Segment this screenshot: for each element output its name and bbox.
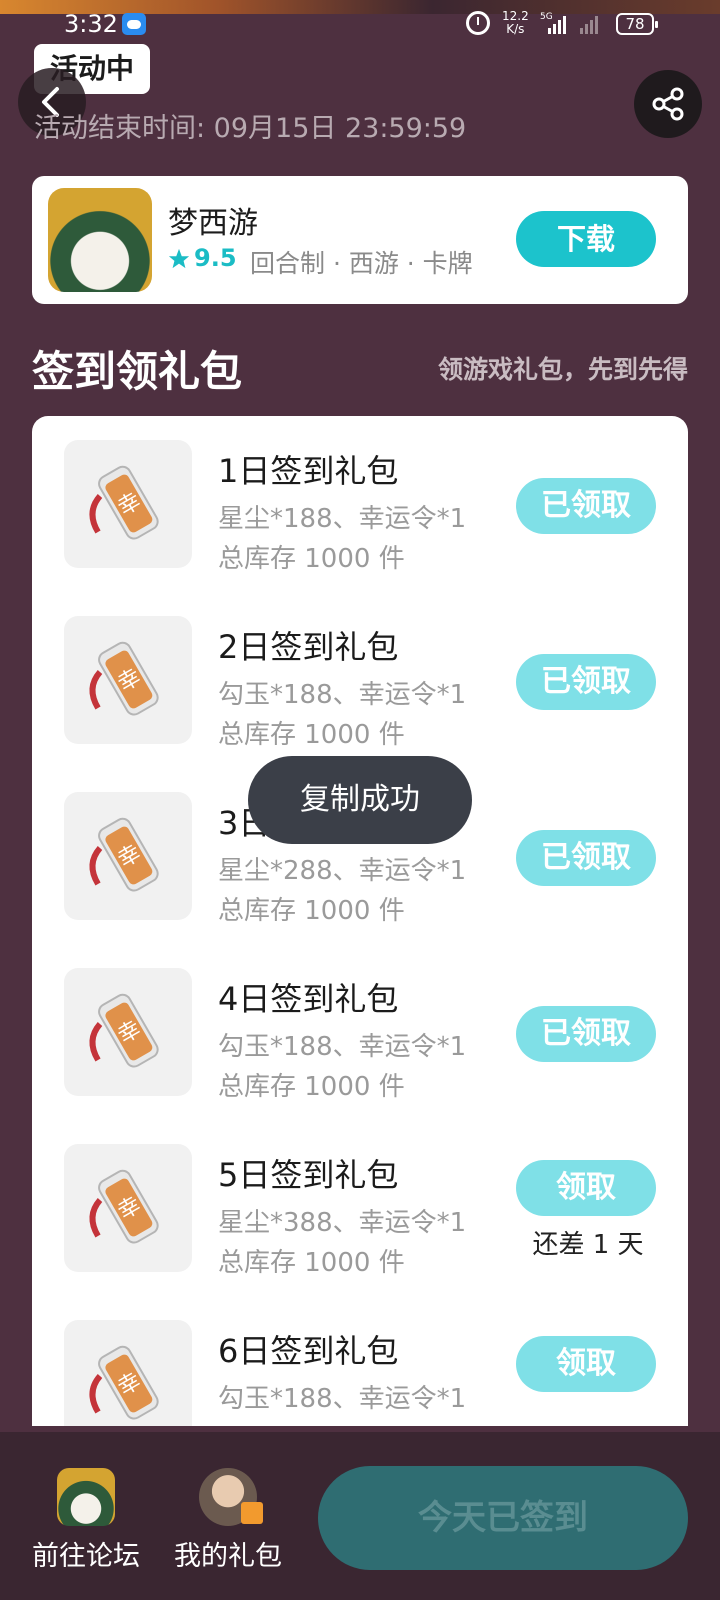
claim-button[interactable]: 领取 xyxy=(516,1160,656,1216)
gift-name: 2日签到礼包 xyxy=(218,628,399,666)
gift-content: 勾玉*188、幸运令*1 xyxy=(218,1032,467,1062)
section-subtitle: 领游戏礼包，先到先得 xyxy=(437,355,688,384)
share-button[interactable] xyxy=(634,70,702,138)
gift-box-icon xyxy=(241,1502,263,1524)
gift-tag-icon: 幸 xyxy=(89,465,159,540)
activity-end-time: 活动结束时间: 09月15日 23:59:59 xyxy=(34,113,467,144)
gift-name: 5日签到礼包 xyxy=(218,1156,399,1194)
gift-item: 幸 2日签到礼包 勾玉*188、幸运令*1 总库存 1000 件 已领取 xyxy=(32,592,688,772)
star-icon xyxy=(168,248,190,269)
gift-item: 幸 5日签到礼包 星尘*388、幸运令*1 总库存 1000 件 领取 还差 1… xyxy=(32,1120,688,1300)
gift-tag-icon: 幸 xyxy=(89,1169,159,1244)
gift-content: 勾玉*188、幸运令*1 xyxy=(218,1384,467,1414)
gift-content: 星尘*188、幸运令*1 xyxy=(218,504,467,534)
forum-label: 前往论坛 xyxy=(32,1541,140,1572)
gift-content: 勾玉*188、幸运令*1 xyxy=(218,680,467,710)
gift-thumbnail: 幸 xyxy=(64,1320,192,1426)
gift-stock: 总库存 1000 件 xyxy=(218,544,405,574)
gift-tag-icon: 幸 xyxy=(89,993,159,1068)
claimed-button[interactable]: 已领取 xyxy=(516,478,656,534)
gift-tag-icon: 幸 xyxy=(89,1345,159,1420)
gift-thumbnail: 幸 xyxy=(64,968,192,1096)
gift-stock: 总库存 1000 件 xyxy=(218,1072,405,1102)
gift-stock: 总库存 1000 件 xyxy=(218,1248,405,1278)
gift-content: 星尘*388、幸运令*1 xyxy=(218,1208,467,1238)
network-type: 5G xyxy=(540,12,553,22)
gift-item: 幸 4日签到礼包 勾玉*188、幸运令*1 总库存 1000 件 已领取 xyxy=(32,944,688,1124)
claimed-button[interactable]: 已领取 xyxy=(516,830,656,886)
gift-thumbnail: 幸 xyxy=(64,792,192,920)
claim-button[interactable]: 领取 xyxy=(516,1336,656,1392)
status-time: 3:32 xyxy=(64,10,118,38)
status-bar: 3:32 12.2 K/s 5G 78 xyxy=(0,10,720,38)
signed-in-today-button[interactable]: 今天已签到 xyxy=(318,1466,688,1570)
gift-tag-icon: 幸 xyxy=(89,817,159,892)
speed-unit: K/s xyxy=(506,22,525,36)
my-gifts-label: 我的礼包 xyxy=(174,1541,282,1572)
gift-name: 1日签到礼包 xyxy=(218,452,399,490)
gift-thumbnail: 幸 xyxy=(64,616,192,744)
bottom-action-bar: 前往论坛 我的礼包 今天已签到 xyxy=(0,1432,720,1600)
game-rating: 9.5 xyxy=(194,244,237,272)
share-icon xyxy=(652,87,684,121)
gift-name: 4日签到礼包 xyxy=(218,980,399,1018)
game-card[interactable]: 梦西游 9.5 回合制 · 西游 · 卡牌 下载 xyxy=(32,176,688,304)
game-tags: 回合制 · 西游 · 卡牌 xyxy=(250,249,473,278)
gift-item: 幸 6日签到礼包 勾玉*188、幸运令*1 领取 xyxy=(32,1296,688,1426)
battery-icon: 78 xyxy=(616,13,658,35)
gift-content: 星尘*288、幸运令*1 xyxy=(218,856,467,886)
alarm-icon xyxy=(466,11,490,35)
gift-thumbnail: 幸 xyxy=(64,440,192,568)
gift-list: 幸 1日签到礼包 星尘*188、幸运令*1 总库存 1000 件 已领取 幸 2… xyxy=(32,416,688,1426)
gift-stock: 总库存 1000 件 xyxy=(218,720,405,750)
gift-tag-icon: 幸 xyxy=(89,641,159,716)
claimed-button[interactable]: 已领取 xyxy=(516,654,656,710)
gift-name: 6日签到礼包 xyxy=(218,1332,399,1370)
network-speed: 12.2 K/s xyxy=(502,10,529,36)
days-remaining: 还差 1 天 xyxy=(532,1230,644,1260)
section-title: 签到领礼包 xyxy=(32,347,243,396)
toast-message: 复制成功 xyxy=(248,756,472,844)
forum-game-icon xyxy=(57,1468,115,1526)
download-button[interactable]: 下载 xyxy=(516,211,656,267)
gift-thumbnail: 幸 xyxy=(64,1144,192,1272)
game-icon xyxy=(48,188,152,292)
gift-item: 幸 1日签到礼包 星尘*188、幸运令*1 总库存 1000 件 已领取 xyxy=(32,416,688,596)
claimed-button[interactable]: 已领取 xyxy=(516,1006,656,1062)
weather-icon xyxy=(122,13,146,35)
game-name: 梦西游 xyxy=(168,206,258,241)
gift-stock: 总库存 1000 件 xyxy=(218,896,405,926)
